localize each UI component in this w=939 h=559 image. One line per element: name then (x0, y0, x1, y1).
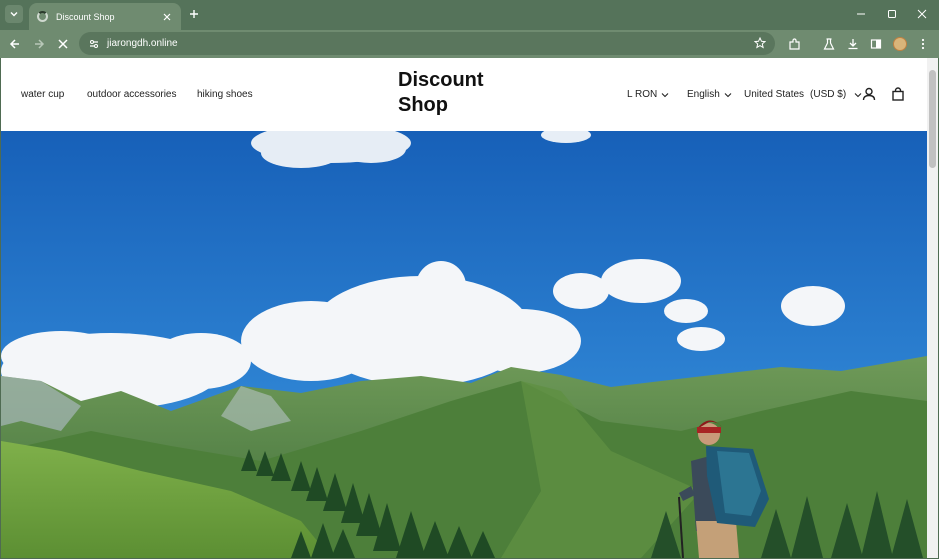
scrollbar-thumb[interactable] (929, 70, 936, 168)
country-currency-label: (USD $) (810, 89, 847, 100)
puzzle-icon (788, 37, 800, 50)
nav-link-hiking-shoes[interactable]: hiking shoes (197, 89, 253, 100)
page-scrollbar[interactable] (927, 58, 938, 558)
currency-label: L RON (627, 89, 658, 100)
currency-selector[interactable]: L RON (627, 89, 669, 100)
store-logo[interactable]: Discount Shop (398, 68, 508, 118)
tab-strip: Discount Shop (0, 0, 939, 30)
stop-loading-button[interactable] (54, 35, 72, 53)
mountain-landscape-image (1, 131, 927, 558)
side-panel-button[interactable] (867, 35, 885, 53)
more-vertical-icon (921, 38, 925, 50)
close-icon (163, 13, 171, 20)
user-icon (862, 87, 876, 101)
minimize-button[interactable] (853, 6, 869, 22)
download-icon (848, 39, 858, 50)
tab-title: Discount Shop (56, 11, 115, 22)
language-selector[interactable]: English (687, 89, 732, 100)
close-icon (917, 9, 927, 19)
flask-icon (823, 38, 835, 50)
chevron-down-icon (724, 91, 732, 99)
nav-link-water-cup[interactable]: water cup (21, 89, 64, 100)
profile-button[interactable] (891, 35, 909, 53)
close-icon (58, 39, 68, 49)
new-tab-button[interactable] (186, 6, 202, 22)
language-label: English (687, 89, 720, 100)
tab-active[interactable]: Discount Shop (29, 3, 181, 30)
downloads-button[interactable] (844, 35, 862, 53)
country-selector[interactable]: United States (USD $) (744, 89, 862, 100)
account-button[interactable] (861, 86, 877, 102)
chevron-down-icon (10, 12, 18, 17)
close-window-button[interactable] (914, 6, 930, 22)
browser-window: Discount Shop jiarongdh.online water cup… (0, 0, 939, 559)
shopping-bag-icon (892, 87, 904, 101)
chevron-down-icon (661, 91, 669, 99)
bookmark-star-button[interactable] (753, 36, 767, 50)
address-bar[interactable]: jiarongdh.online (79, 32, 775, 55)
url-text: jiarongdh.online (107, 38, 178, 49)
browser-toolbar: jiarongdh.online (0, 30, 939, 58)
star-icon (754, 37, 766, 49)
minimize-icon (857, 13, 865, 15)
labs-button[interactable] (820, 35, 838, 53)
nav-link-outdoor-accessories[interactable]: outdoor accessories (87, 89, 177, 100)
tab-close-button[interactable] (161, 11, 173, 23)
maximize-icon (888, 10, 896, 18)
back-button[interactable] (6, 35, 24, 53)
hero-banner-image (1, 131, 927, 558)
avatar (893, 37, 907, 51)
logo-line-1: Discount (398, 69, 484, 91)
arrow-right-icon (35, 39, 45, 49)
plus-icon (190, 10, 198, 18)
site-info-icon[interactable] (87, 37, 101, 51)
tab-search-button[interactable] (5, 5, 23, 23)
maximize-button[interactable] (884, 6, 900, 22)
country-label: United States (744, 89, 805, 100)
page-viewport: water cup outdoor accessories hiking sho… (1, 58, 938, 558)
cart-button[interactable] (890, 86, 906, 102)
extensions-button[interactable] (785, 35, 803, 53)
loading-spinner-icon (37, 11, 48, 22)
arrow-left-icon (9, 39, 19, 49)
store-header: water cup outdoor accessories hiking sho… (1, 58, 927, 131)
menu-button[interactable] (914, 35, 932, 53)
side-panel-icon (870, 39, 882, 49)
forward-button[interactable] (30, 35, 48, 53)
logo-line-2: Shop (398, 94, 448, 116)
